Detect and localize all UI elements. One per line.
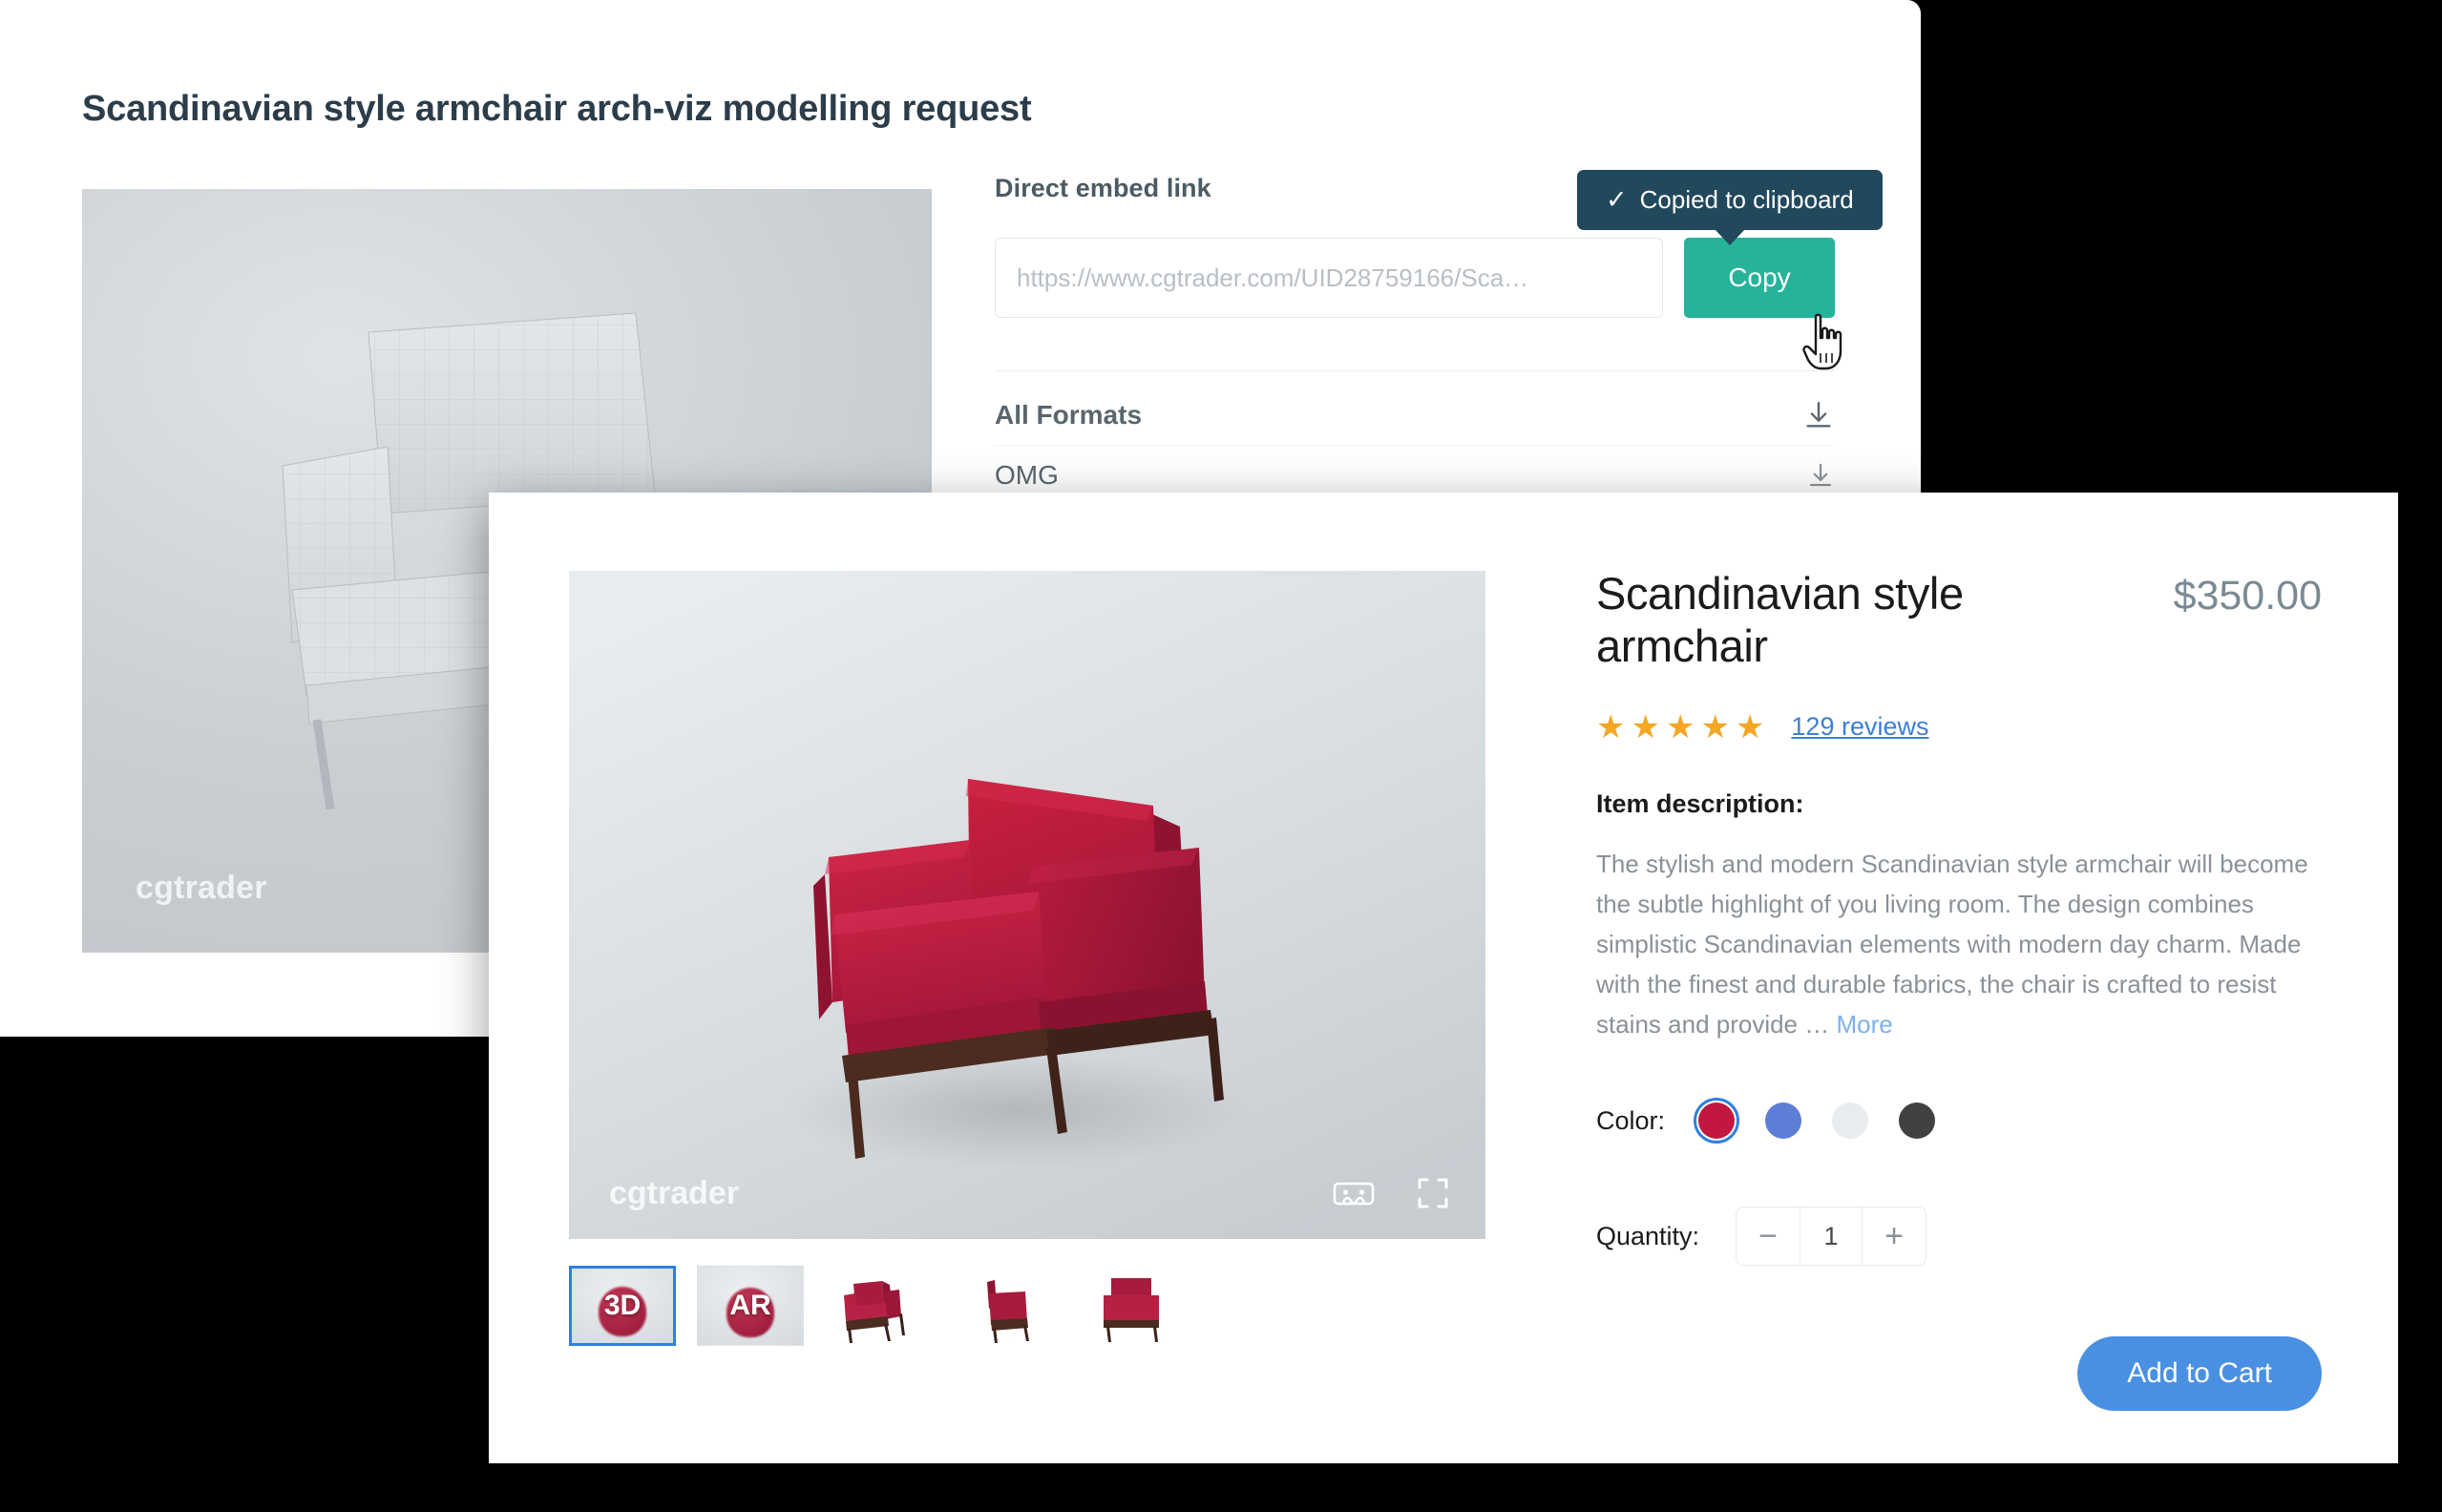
color-selector: Color:: [1596, 1098, 2322, 1144]
rating-row: ★★★★★ 129 reviews: [1596, 711, 2322, 744]
download-icon[interactable]: [1806, 461, 1835, 490]
chair-back-view-icon: [1104, 1278, 1159, 1342]
add-to-cart-button[interactable]: Add to Cart: [2077, 1336, 2322, 1412]
product-detail-card: cgtrader 3D AR Scandinavian style armcha…: [489, 493, 2398, 1463]
thumbnail-ar-label: AR: [729, 1290, 771, 1321]
thumbnail-ar[interactable]: AR: [697, 1266, 804, 1346]
chair-front-view-icon: [844, 1281, 905, 1343]
thumbnail-chair-side[interactable]: [953, 1266, 1060, 1346]
thumbnail-strip: 3D AR: [569, 1266, 1188, 1346]
description-heading: Item description:: [1596, 788, 1804, 818]
check-icon: ✓: [1606, 185, 1628, 214]
quantity-value[interactable]: 1: [1800, 1208, 1863, 1266]
chair-side-view-icon: [987, 1280, 1029, 1343]
section-divider: [995, 370, 1835, 371]
copied-tooltip-text: Copied to clipboard: [1639, 185, 1854, 214]
copy-button[interactable]: Copy: [1684, 238, 1835, 318]
color-swatch-blue-wrapper[interactable]: [1760, 1098, 1806, 1144]
format-label: OMG: [995, 460, 1059, 490]
color-swatch-white-wrapper[interactable]: [1827, 1098, 1873, 1144]
screenshot-stage: Scandinavian style armchair arch-viz mod…: [0, 0, 2442, 1512]
add-to-cart-row: Add to Cart: [1596, 1336, 2322, 1412]
vr-goggles-icon[interactable]: [1333, 1179, 1375, 1212]
viewer-controls: [1333, 1177, 1449, 1214]
color-swatch-white[interactable]: [1832, 1102, 1869, 1140]
quantity-decrement-button[interactable]: −: [1737, 1208, 1800, 1266]
color-swatch-dark-gray[interactable]: [1899, 1102, 1936, 1140]
format-row-omg[interactable]: OMG: [995, 460, 1835, 491]
color-swatch-dark-gray-wrapper[interactable]: [1894, 1098, 1940, 1144]
thumbnail-chair-front[interactable]: [825, 1266, 932, 1346]
description-text: The stylish and modern Scandinavian styl…: [1596, 849, 2308, 1040]
star-rating-icon: ★★★★★: [1596, 708, 1771, 746]
cgtrader-watermark: cgtrader: [609, 1175, 740, 1211]
fullscreen-icon[interactable]: [1417, 1177, 1449, 1214]
embed-link-row: Copy: [995, 238, 1835, 318]
page-title: Scandinavian style armchair arch-viz mod…: [82, 89, 1032, 129]
download-icon[interactable]: [1802, 399, 1835, 431]
quantity-selector: Quantity: − 1 +: [1596, 1207, 2322, 1267]
thumbnail-3d-label: 3D: [603, 1290, 642, 1321]
cgtrader-watermark: cgtrader: [136, 870, 267, 906]
color-swatches: [1694, 1098, 1940, 1144]
thumbnail-chair-back[interactable]: [1081, 1266, 1188, 1346]
quantity-label: Quantity:: [1596, 1221, 1700, 1250]
product-price: $350.00: [2173, 573, 2322, 619]
copied-tooltip: ✓ Copied to clipboard: [1577, 170, 1883, 230]
embed-link-input[interactable]: [995, 238, 1663, 318]
color-label: Color:: [1596, 1105, 1666, 1135]
description-text-block: The stylish and modern Scandinavian styl…: [1596, 844, 2322, 1045]
all-formats-row[interactable]: All Formats: [995, 399, 1835, 431]
product-title: Scandinavian style armchair: [1596, 568, 1964, 672]
more-link[interactable]: More: [1836, 1010, 1892, 1039]
quantity-increment-button[interactable]: +: [1863, 1208, 1926, 1266]
title-price-row: Scandinavian style armchair $350.00: [1596, 567, 2322, 673]
all-formats-label: All Formats: [995, 400, 1143, 430]
quantity-stepper: − 1 +: [1736, 1207, 1927, 1267]
color-swatch-blue[interactable]: [1765, 1102, 1802, 1140]
color-swatch-crimson-wrapper[interactable]: [1694, 1098, 1740, 1144]
thumbnail-3d[interactable]: 3D: [569, 1266, 676, 1346]
armchair-render: [569, 571, 1485, 1239]
reviews-link[interactable]: 129 reviews: [1791, 712, 1928, 742]
product-info-panel: Scandinavian style armchair $350.00 ★★★★…: [1596, 567, 2322, 1412]
color-swatch-crimson[interactable]: [1698, 1102, 1736, 1140]
product-3d-viewer[interactable]: cgtrader: [569, 571, 1485, 1239]
format-divider: [995, 445, 1835, 446]
